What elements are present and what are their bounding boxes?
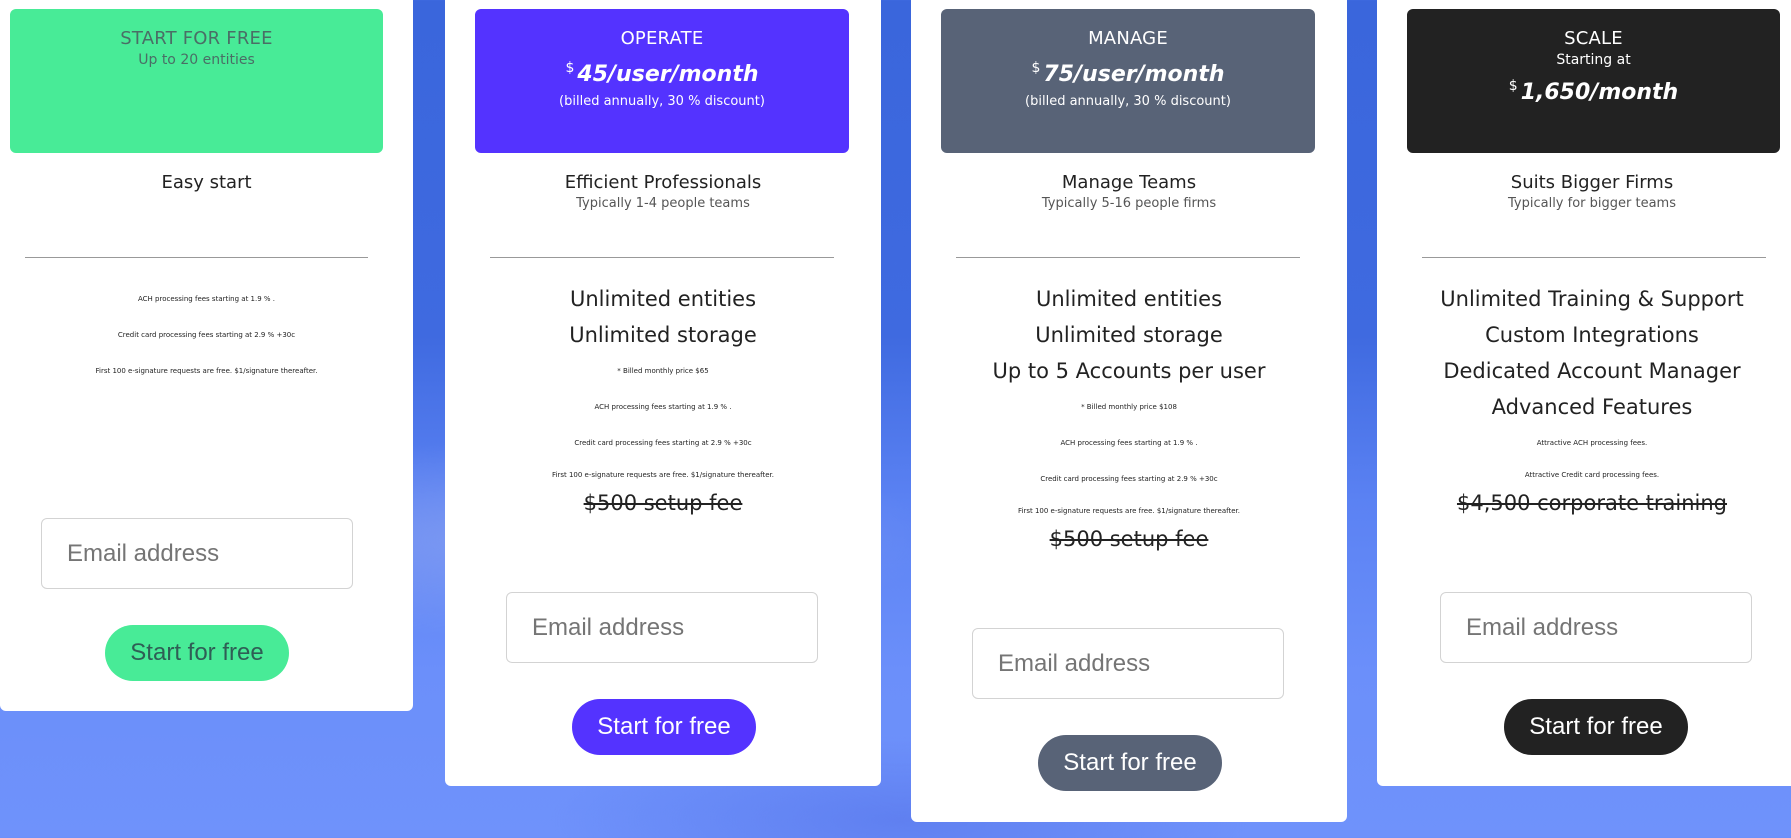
plan-subtitle: Up to 20 entities [138, 52, 255, 68]
feature-small: ACH processing fees starting at 1.9 % . [594, 403, 732, 411]
feature-small: Credit card processing fees starting at … [574, 439, 752, 447]
feature-big: Custom Integrations [1485, 323, 1699, 347]
feature-small: First 100 e-signature requests are free.… [552, 471, 774, 479]
billing-note: (billed annually, 30 % discount) [559, 94, 765, 109]
feature-small: Attractive Credit card processing fees. [1524, 471, 1660, 479]
feature-big: Unlimited storage [1035, 323, 1223, 347]
feature-big: Dedicated Account Manager [1443, 359, 1741, 383]
feature-small: * Billed monthly price $108 [1081, 403, 1177, 411]
plan-name: OPERATE [620, 28, 704, 49]
currency-symbol: $ [565, 60, 575, 76]
strikethrough-offer: $4,500 corporate training [1456, 491, 1728, 515]
strikethrough-offer: $500 setup fee [1049, 527, 1209, 551]
feature-big: Up to 5 Accounts per user [992, 359, 1266, 383]
email-input[interactable] [41, 518, 353, 589]
currency-symbol: $ [1508, 78, 1518, 94]
email-input[interactable] [1440, 592, 1752, 663]
plan-tagline-sub: Typically for bigger teams [1508, 196, 1676, 211]
divider [1422, 257, 1766, 258]
feature-list: Unlimited entities Unlimited storage Up … [911, 281, 1347, 553]
feature-small: * Billed monthly price $65 [617, 367, 709, 375]
divider [25, 257, 368, 258]
plan-subtitle: Starting at [1556, 52, 1631, 68]
feature-big: Unlimited entities [1035, 287, 1223, 311]
start-for-free-button[interactable]: Start for free [105, 625, 289, 681]
plan-name: MANAGE [1088, 28, 1168, 49]
feature-small: First 100 e-signature requests are free.… [1018, 507, 1240, 515]
start-for-free-button[interactable]: Start for free [1504, 699, 1688, 755]
plan-header: OPERATE $45/user/month (billed annually,… [475, 9, 849, 153]
start-for-free-button[interactable]: Start for free [572, 699, 756, 755]
feature-list: ACH processing fees starting at 1.9 % . … [0, 281, 413, 389]
price-value: 75/user/month [1043, 62, 1225, 87]
feature-big: Unlimited storage [569, 323, 757, 347]
plan-tagline: Efficient Professionals [564, 172, 762, 193]
plan-price: $1,650/month [1407, 69, 1780, 110]
plan-card-scale: SCALE Starting at $1,650/month Suits Big… [1377, 0, 1791, 786]
billing-note: (billed annually, 30 % discount) [1025, 94, 1231, 109]
plan-tagline-sub: Typically 5-16 people firms [1041, 196, 1217, 211]
feature-list: Unlimited entities Unlimited storage * B… [445, 281, 881, 517]
start-for-free-button[interactable]: Start for free [1038, 735, 1222, 791]
plan-header: MANAGE $75/user/month (billed annually, … [941, 9, 1315, 153]
email-input[interactable] [972, 628, 1284, 699]
email-input[interactable] [506, 592, 818, 663]
feature-small: Attractive ACH processing fees. [1536, 439, 1648, 447]
feature-small: Credit card processing fees starting at … [1040, 475, 1218, 483]
feature-big: Advanced Features [1491, 395, 1693, 419]
price-value: 45/user/month [577, 62, 759, 87]
feature-small: Credit card processing fees starting at … [117, 331, 296, 339]
plan-header: START FOR FREE Up to 20 entities [10, 9, 383, 153]
plan-price: $75/user/month [941, 51, 1315, 92]
divider [956, 257, 1300, 258]
plan-tagline: Easy start [161, 172, 252, 193]
plan-name: START FOR FREE [120, 28, 273, 49]
plan-tagline-sub: Typically 1-4 people teams [576, 196, 750, 211]
currency-symbol: $ [1031, 60, 1041, 76]
plan-tagline: Suits Bigger Firms [1510, 172, 1674, 193]
plan-card-operate: OPERATE $45/user/month (billed annually,… [445, 0, 881, 786]
plan-tagline: Manage Teams [1061, 172, 1197, 193]
feature-small: ACH processing fees starting at 1.9 % . [137, 295, 275, 303]
feature-small: ACH processing fees starting at 1.9 % . [1060, 439, 1198, 447]
feature-big: Unlimited Training & Support [1440, 287, 1744, 311]
plan-card-manage: MANAGE $75/user/month (billed annually, … [911, 0, 1347, 822]
feature-small: First 100 e-signature requests are free.… [95, 367, 318, 375]
plan-card-start-for-free: START FOR FREE Up to 20 entities Easy st… [0, 0, 413, 711]
plan-header: SCALE Starting at $1,650/month [1407, 9, 1780, 153]
plan-name: SCALE [1564, 28, 1623, 49]
plan-price: $45/user/month [475, 51, 849, 92]
feature-big: Unlimited entities [569, 287, 757, 311]
strikethrough-offer: $500 setup fee [583, 491, 743, 515]
price-value: 1,650/month [1520, 80, 1679, 105]
feature-list: Unlimited Training & Support Custom Inte… [1377, 281, 1791, 517]
divider [490, 257, 834, 258]
